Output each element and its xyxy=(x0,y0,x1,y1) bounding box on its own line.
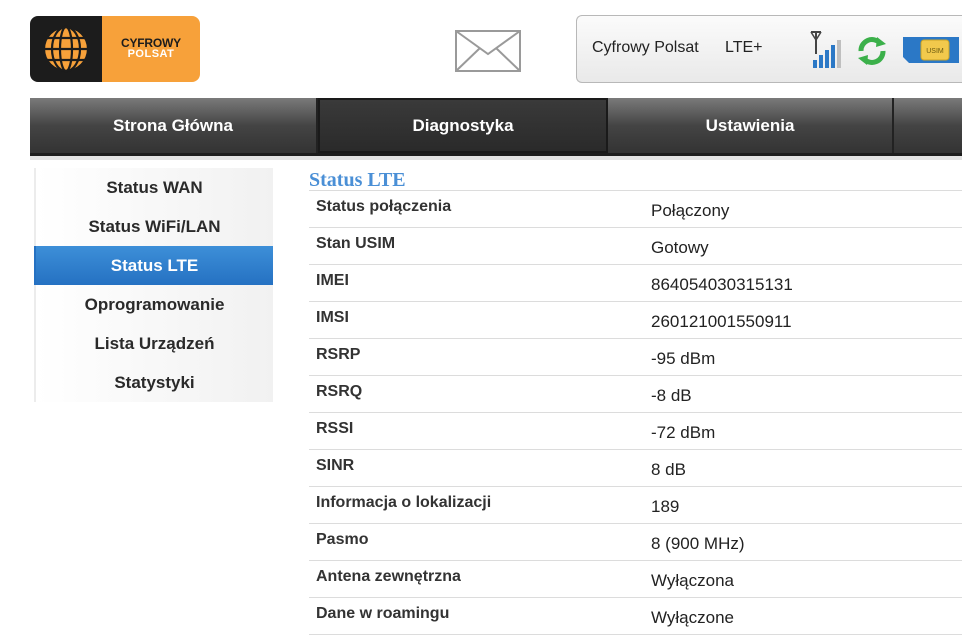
row-label: Stan USIM xyxy=(316,235,396,252)
globe-logo-icon xyxy=(30,16,102,82)
sidebar-item-lista-urzadzen[interactable]: Lista Urządzeń xyxy=(34,324,273,363)
refresh-icon[interactable] xyxy=(855,34,889,68)
table-row: Dane w roamingu Wyłączone xyxy=(309,598,962,635)
sidebar-item-status-wifi-lan[interactable]: Status WiFi/LAN xyxy=(34,207,273,246)
row-value: -72 dBm xyxy=(651,423,716,442)
sidebar-item-status-wan[interactable]: Status WAN xyxy=(34,168,273,207)
row-value: Gotowy xyxy=(651,238,709,257)
row-value: -8 dB xyxy=(651,386,692,405)
row-value: Połączony xyxy=(651,201,730,220)
sidebar-item-statystyki[interactable]: Statystyki xyxy=(34,363,273,402)
table-row: RSSI -72 dBm xyxy=(309,413,962,450)
row-value: Wyłączona xyxy=(651,571,734,590)
brand-word-2: POLSAT xyxy=(127,48,175,60)
page-title: Status LTE xyxy=(309,169,406,191)
tab-diagnostyka[interactable]: Diagnostyka xyxy=(318,98,608,153)
row-label: SINR xyxy=(316,457,355,474)
table-row: SINR 8 dB xyxy=(309,450,962,487)
table-row: RSRP -95 dBm xyxy=(309,339,962,376)
row-label: Dane w roamingu xyxy=(316,605,450,622)
row-value: 8 (900 MHz) xyxy=(651,534,745,553)
row-label: IMSI xyxy=(316,309,349,326)
envelope-icon[interactable] xyxy=(455,30,521,72)
row-label: IMEI xyxy=(316,272,349,289)
row-label: Antena zewnętrzna xyxy=(316,568,461,585)
table-row: Pasmo 8 (900 MHz) xyxy=(309,524,962,561)
sidebar-item-oprogramowanie[interactable]: Oprogramowanie xyxy=(34,285,273,324)
row-value: 260121001550911 xyxy=(651,312,792,331)
table-row: IMSI 260121001550911 xyxy=(309,302,962,339)
operator-name: Cyfrowy Polsat xyxy=(592,39,699,56)
table-row: Antena zewnętrzna Wyłączona xyxy=(309,561,962,598)
sidebar: Status WAN Status WiFi/LAN Status LTE Op… xyxy=(34,168,273,402)
usim-label: USIM xyxy=(926,48,944,55)
sidebar-item-status-lte[interactable]: Status LTE xyxy=(34,246,273,285)
row-label: Informacja o lokalizacji xyxy=(316,494,492,511)
row-value: 189 xyxy=(651,497,680,516)
row-label: Pasmo xyxy=(316,531,369,548)
table-row: RSRQ -8 dB xyxy=(309,376,962,413)
row-label: RSSI xyxy=(316,420,354,437)
lte-status-table: Status połączenia Połączony Stan USIM Go… xyxy=(309,190,962,635)
row-label: RSRP xyxy=(316,346,361,363)
brand-logo[interactable]: CYFROWY POLSAT xyxy=(30,16,200,82)
connection-status-panel: Cyfrowy Polsat LTE+ USIM xyxy=(576,15,962,83)
brand-wordmark: CYFROWY POLSAT xyxy=(102,16,200,82)
nav-shadow xyxy=(30,156,962,160)
table-row: Status połączenia Połączony xyxy=(309,191,962,228)
tab-ustawienia[interactable]: Ustawienia xyxy=(608,98,894,153)
row-value: -95 dBm xyxy=(651,349,716,368)
tab-extra[interactable] xyxy=(894,98,962,153)
table-row: IMEI 864054030315131 xyxy=(309,265,962,302)
row-value: 864054030315131 xyxy=(651,275,793,294)
table-row: Informacja o lokalizacji 189 xyxy=(309,487,962,524)
tab-strona-glowna[interactable]: Strona Główna xyxy=(30,98,318,153)
network-type: LTE+ xyxy=(725,39,763,56)
row-label: RSRQ xyxy=(316,383,363,400)
main-nav: Strona Główna Diagnostyka Ustawienia xyxy=(30,98,962,156)
row-value: 8 dB xyxy=(651,460,686,479)
row-value: Wyłączone xyxy=(651,608,734,627)
table-row: Stan USIM Gotowy xyxy=(309,228,962,265)
row-label: Status połączenia xyxy=(316,198,452,215)
usim-card-icon: USIM xyxy=(899,35,962,65)
signal-antenna-icon xyxy=(807,30,847,70)
